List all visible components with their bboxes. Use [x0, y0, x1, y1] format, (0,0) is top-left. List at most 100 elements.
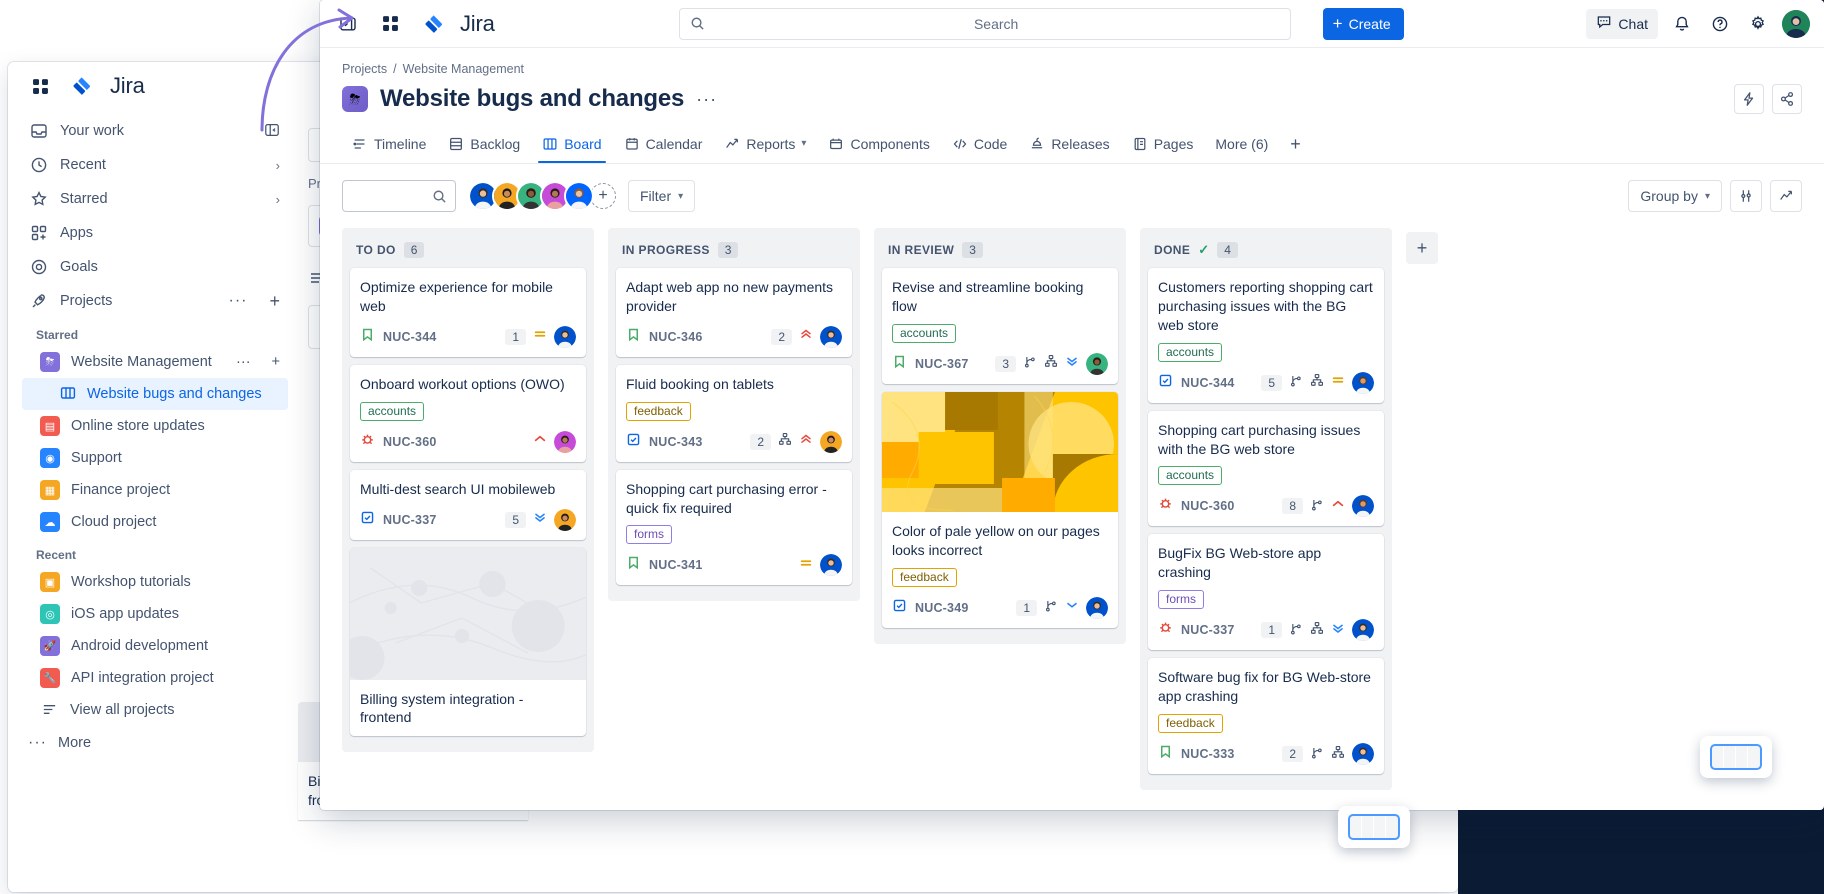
board-settings-button[interactable]: [1730, 180, 1762, 212]
jira-logo-icon[interactable]: [422, 10, 446, 38]
card-label[interactable]: feedback: [892, 567, 957, 587]
tab-board[interactable]: Board: [532, 128, 611, 163]
tab-pages[interactable]: Pages: [1122, 128, 1204, 162]
issue-card[interactable]: Fluid booking on tablets feedback NUC-34…: [616, 364, 852, 462]
sidebar-project-website-management[interactable]: ⛈ Website Management ··· +: [22, 346, 288, 378]
more-dots-icon: ···: [28, 734, 47, 751]
assignee-avatar[interactable]: [1352, 743, 1374, 766]
board-view-chip-right[interactable]: [1700, 736, 1772, 778]
card-label[interactable]: accounts: [360, 401, 425, 421]
tab-releases[interactable]: Releases: [1019, 128, 1119, 162]
tab-backlog[interactable]: Backlog: [438, 128, 530, 162]
create-button[interactable]: + Create: [1322, 7, 1404, 40]
issue-card[interactable]: Adapt web app no new payments provider N…: [616, 268, 852, 357]
assignee-avatar[interactable]: [820, 554, 842, 577]
add-tab-button[interactable]: +: [1280, 126, 1311, 163]
app-switcher-icon[interactable]: [26, 72, 54, 100]
sidebar-project-finance-project[interactable]: ▦ Finance project: [22, 474, 288, 506]
project-add-icon[interactable]: +: [272, 354, 280, 370]
project-more-icon[interactable]: ···: [236, 354, 251, 370]
user-avatar[interactable]: [1782, 9, 1810, 38]
board-view-chip-center[interactable]: [1338, 806, 1410, 848]
assignee-avatar[interactable]: [1086, 596, 1108, 619]
sidebar-item-recent[interactable]: Recent ›: [22, 148, 288, 182]
sidebar-label-apps: Apps: [60, 225, 94, 241]
code-icon: [953, 138, 967, 149]
tab-components[interactable]: Components: [818, 128, 939, 162]
card-label[interactable]: accounts: [1158, 466, 1223, 486]
sidebar-item-projects[interactable]: Projects ··· +: [22, 284, 288, 318]
tab-more[interactable]: More (6): [1205, 128, 1278, 162]
assignee-avatar[interactable]: [554, 430, 576, 453]
tab-reports[interactable]: Reports ▾: [714, 128, 816, 162]
sidebar-item-starred[interactable]: Starred ›: [22, 182, 288, 216]
projects-add-icon[interactable]: +: [269, 292, 280, 310]
sidebar-view-all-projects[interactable]: View all projects: [22, 694, 288, 726]
bell-icon[interactable]: [1668, 10, 1696, 38]
board-search-input[interactable]: [342, 180, 456, 212]
filter-button[interactable]: Filter ▾: [628, 180, 696, 212]
issue-card[interactable]: Billing system integration - frontend: [350, 547, 586, 737]
sidebar-project-support[interactable]: ◉ Support: [22, 442, 288, 474]
assignee-avatar[interactable]: [554, 508, 576, 531]
chevron-right-icon[interactable]: ›: [276, 192, 280, 207]
projects-more-icon[interactable]: ···: [229, 292, 248, 310]
sidebar-item-your-work[interactable]: Your work: [22, 114, 288, 148]
assignee-avatar[interactable]: [1352, 619, 1374, 642]
assignee-avatar[interactable]: [820, 325, 842, 348]
assignee-avatar[interactable]: [1352, 495, 1374, 518]
assignee-avatar[interactable]: [554, 325, 576, 348]
breadcrumb-projects[interactable]: Projects: [342, 62, 387, 76]
page-more-actions-button[interactable]: ···: [696, 89, 717, 110]
tab-code[interactable]: Code: [942, 128, 1017, 162]
board-insights-button[interactable]: [1770, 180, 1802, 212]
chat-button[interactable]: Chat: [1586, 8, 1658, 39]
card-label[interactable]: accounts: [1158, 342, 1223, 362]
sidebar-project-ios-app-updates[interactable]: ◎ iOS app updates: [22, 598, 288, 630]
lightning-icon[interactable]: [1734, 84, 1764, 114]
add-column-button[interactable]: +: [1406, 232, 1438, 264]
assignee-avatar[interactable]: [1086, 352, 1108, 375]
issue-card[interactable]: Shopping cart purchasing issues with the…: [1148, 410, 1384, 527]
card-label[interactable]: feedback: [1158, 714, 1223, 734]
sidebar-project-android-development[interactable]: 🚀 Android development: [22, 630, 288, 662]
card-label[interactable]: forms: [1158, 590, 1204, 610]
issue-card[interactable]: Shopping cart purchasing error - quick f…: [616, 469, 852, 586]
sidebar-project-workshop-tutorials[interactable]: ▣ Workshop tutorials: [22, 566, 288, 598]
assignee-avatar[interactable]: [1352, 371, 1374, 394]
sidebar-item-more[interactable]: ··· More: [22, 726, 288, 760]
sidebar-expand-icon[interactable]: [334, 10, 362, 38]
issue-card[interactable]: Optimize experience for mobile web NUC-3…: [350, 268, 586, 357]
avatar[interactable]: [564, 181, 594, 211]
issue-card[interactable]: Software bug fix for BG Web-store app cr…: [1148, 658, 1384, 775]
chevron-right-icon[interactable]: ›: [276, 158, 280, 173]
global-search-input[interactable]: Search: [678, 7, 1291, 40]
help-icon[interactable]: [1706, 10, 1734, 38]
card-label[interactable]: accounts: [892, 323, 957, 343]
sidebar-project-api-integration-project[interactable]: 🔧 API integration project: [22, 662, 288, 694]
sidebar-collapse-icon[interactable]: [264, 122, 280, 141]
card-label[interactable]: feedback: [626, 401, 691, 421]
app-switcher-icon[interactable]: [376, 10, 404, 38]
issue-card[interactable]: Customers reporting shopping cart purcha…: [1148, 268, 1384, 403]
assignee-avatar[interactable]: [820, 430, 842, 453]
sidebar-item-goals[interactable]: Goals: [22, 250, 288, 284]
breadcrumb-website-management[interactable]: Website Management: [403, 62, 524, 76]
issue-card[interactable]: Color of pale yellow on our pages looks …: [882, 391, 1118, 628]
share-icon[interactable]: [1772, 84, 1802, 114]
issue-card[interactable]: Multi-dest search UI mobileweb NUC-337 5: [350, 469, 586, 540]
sidebar-board-website-bugs-and-changes[interactable]: Website bugs and changes: [22, 378, 288, 410]
sidebar-project-online-store-updates[interactable]: ▤ Online store updates: [22, 410, 288, 442]
group-by-button[interactable]: Group by ▾: [1628, 180, 1722, 212]
tab-calendar[interactable]: Calendar: [614, 128, 713, 162]
gear-icon[interactable]: [1744, 10, 1772, 38]
issue-card[interactable]: Revise and streamline booking flow accou…: [882, 268, 1118, 384]
tab-timeline[interactable]: Timeline: [342, 128, 436, 162]
sidebar-project-cloud-project[interactable]: ☁ Cloud project: [22, 506, 288, 538]
card-label[interactable]: forms: [626, 525, 672, 545]
chevron-down-icon[interactable]: ▾: [801, 138, 806, 149]
jira-logo-icon[interactable]: [70, 72, 94, 100]
sidebar-item-apps[interactable]: Apps: [22, 216, 288, 250]
issue-card[interactable]: BugFix BG Web-store app crashing forms N…: [1148, 534, 1384, 651]
issue-card[interactable]: Onboard workout options (OWO) accounts N…: [350, 364, 586, 462]
